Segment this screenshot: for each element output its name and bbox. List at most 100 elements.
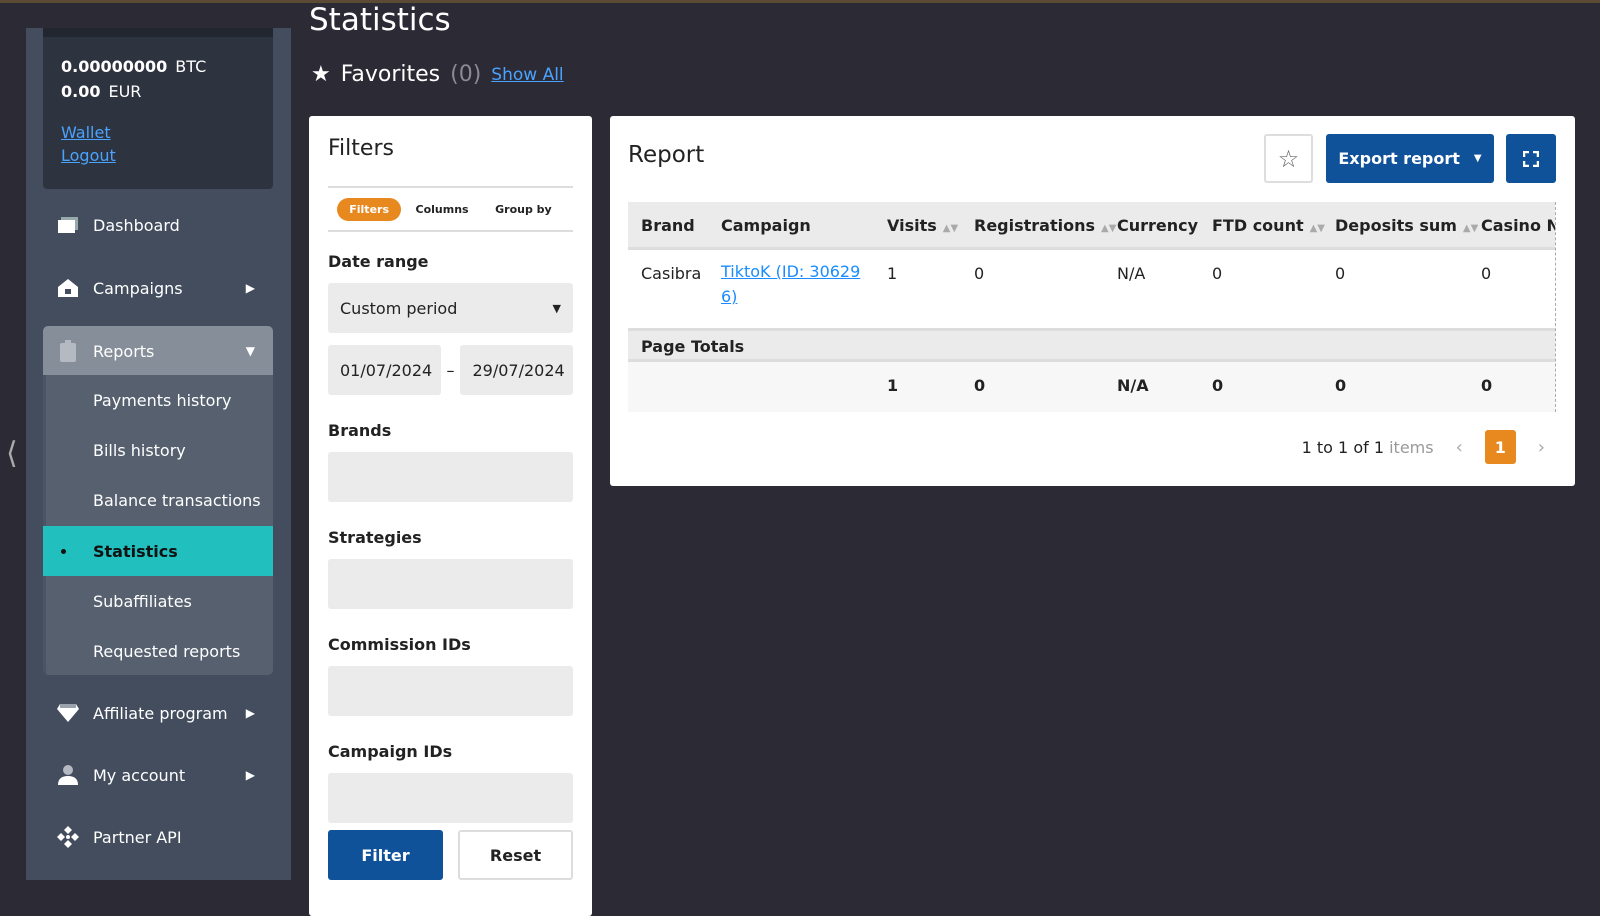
reset-button[interactable]: Reset	[458, 830, 573, 880]
user-icon	[43, 765, 93, 785]
caret-down-icon: ▼	[1473, 153, 1482, 164]
next-page-icon[interactable]: ›	[1538, 437, 1545, 458]
subitem-label: Subaffiliates	[93, 591, 192, 611]
date-range-label: Date range	[328, 252, 429, 271]
eur-amount: 0.00	[61, 82, 101, 101]
tab-group-by[interactable]: Group by	[483, 198, 564, 221]
campaign-link[interactable]: TiktoK (ID: 30629 6)	[721, 259, 860, 309]
favorites-label: Favorites	[340, 62, 441, 87]
sidebar-item-dashboard[interactable]: Dashboard	[43, 200, 273, 250]
col-ftd-count[interactable]: FTD count ▲▼	[1212, 216, 1325, 235]
filters-panel: Filters Filters Columns Group by Date ra…	[309, 116, 592, 916]
eur-currency: EUR	[108, 82, 142, 101]
logout-link[interactable]: Logout	[61, 146, 255, 165]
page-1-button[interactable]: 1	[1484, 430, 1516, 464]
date-range-value: Custom period	[340, 298, 458, 318]
col-registrations[interactable]: Registrations ▲▼	[974, 216, 1116, 235]
cell-currency: N/A	[1117, 264, 1146, 283]
page-totals-label: Page Totals	[641, 337, 745, 356]
date-separator: –	[446, 360, 455, 380]
brands-input[interactable]	[328, 452, 573, 502]
sidebar-subitem-subaffiliates[interactable]: Subaffiliates	[43, 576, 273, 626]
fullscreen-button[interactable]	[1506, 134, 1556, 183]
subitem-label: Payments history	[93, 390, 232, 410]
sort-icon: ▲▼	[942, 223, 959, 234]
wallet-box: 0.00000000 BTC 0.00 EUR Wallet Logout	[43, 28, 273, 189]
commission-ids-input[interactable]	[328, 666, 573, 716]
wallet-link[interactable]: Wallet	[61, 123, 255, 142]
prev-page-icon[interactable]: ‹	[1456, 437, 1463, 458]
sidebar-item-affiliate-program[interactable]: Affiliate program ▶	[43, 688, 273, 738]
sidebar-item-campaigns[interactable]: Campaigns ▶	[43, 263, 273, 313]
col-visits[interactable]: Visits ▲▼	[887, 216, 958, 235]
dashboard-icon	[43, 217, 93, 233]
col-deposits-sum[interactable]: Deposits sum ▲▼	[1335, 216, 1478, 235]
favorites-count: (0)	[450, 62, 482, 87]
api-icon	[43, 826, 93, 848]
commission-ids-label: Commission IDs	[328, 635, 471, 654]
sidebar-item-label: Campaigns	[93, 278, 183, 298]
favorites-bar: ★ Favorites (0) Show All	[311, 62, 564, 87]
campaign-ids-input[interactable]	[328, 773, 573, 823]
report-title: Report	[628, 142, 705, 168]
sort-icon: ▲▼	[1309, 223, 1325, 234]
sort-icon: ▲▼	[1101, 223, 1117, 234]
cell-visits: 1	[887, 264, 898, 283]
cell-registrations: 0	[974, 264, 985, 283]
collapse-sidebar-icon[interactable]: ⟨	[6, 436, 18, 471]
sidebar-subitem-payments-history[interactable]: Payments history	[43, 375, 273, 425]
date-to-input[interactable]: 29/07/2024	[460, 345, 573, 395]
filter-button[interactable]: Filter	[328, 830, 443, 880]
cell-ftd: 0	[1212, 264, 1223, 283]
col-casino-ngr: Casino NGR	[1481, 216, 1555, 235]
cell-deposits: 0	[1335, 264, 1346, 283]
sidebar-subitem-bills-history[interactable]: Bills history	[43, 425, 273, 475]
subitem-label: Requested reports	[93, 641, 241, 661]
total-visits: 1	[887, 376, 899, 395]
chevron-down-icon: ▼	[245, 344, 255, 358]
total-deposits: 0	[1335, 376, 1347, 395]
sidebar-subitem-requested-reports[interactable]: Requested reports	[43, 626, 273, 676]
col-brand: Brand	[641, 216, 695, 235]
sidebar-item-label: Reports	[93, 341, 155, 361]
pagination: 1 to 1 of 1 items ‹ 1 ›	[1302, 430, 1545, 464]
sidebar-item-my-account[interactable]: My account ▶	[43, 750, 273, 800]
sidebar-item-partner-api[interactable]: Partner API	[43, 812, 273, 862]
top-border	[0, 0, 1600, 3]
btc-currency: BTC	[175, 57, 207, 76]
col-campaign: Campaign	[721, 216, 811, 235]
total-currency: N/A	[1117, 376, 1149, 395]
report-panel: Report ☆ Export report ▼ Brand Campaign V…	[610, 116, 1575, 486]
star-outline-icon: ☆	[1277, 144, 1300, 173]
total-casino: 0	[1481, 376, 1493, 395]
filters-title: Filters	[328, 136, 394, 161]
tab-columns[interactable]: Columns	[404, 198, 481, 221]
date-from-input[interactable]: 01/07/2024	[328, 345, 441, 395]
home-icon	[43, 279, 93, 297]
date-inputs: 01/07/2024 – 29/07/2024	[328, 345, 573, 395]
tab-filters[interactable]: Filters	[337, 197, 401, 221]
campaign-ids-label: Campaign IDs	[328, 742, 453, 761]
show-all-link[interactable]: Show All	[491, 65, 563, 85]
page-title: Statistics	[309, 2, 451, 38]
sidebar-item-label: My account	[93, 765, 186, 785]
diamond-icon	[43, 704, 93, 722]
chevron-right-icon: ▶	[245, 768, 255, 782]
sidebar-item-label: Partner API	[93, 827, 182, 847]
strategies-input[interactable]	[328, 559, 573, 609]
export-report-button[interactable]: Export report ▼	[1326, 134, 1494, 183]
add-favorite-button[interactable]: ☆	[1264, 134, 1313, 183]
sidebar-subitem-statistics[interactable]: Statistics	[43, 526, 273, 576]
report-table: Brand Campaign Visits ▲▼ Registrations ▲▼ …	[628, 202, 1556, 412]
subitem-label: Balance transactions	[93, 490, 261, 510]
sidebar-item-reports[interactable]: Reports ▼	[43, 326, 273, 376]
subitem-label: Bills history	[93, 440, 186, 460]
table-row: Casibra TiktoK (ID: 30629 6) 1 0 N/A 0 0 …	[628, 250, 1555, 328]
totals-row: 1 0 N/A 0 0 0	[628, 362, 1555, 412]
date-range-select[interactable]: Custom period ▼	[328, 283, 573, 333]
page-totals-header: Page Totals	[628, 328, 1555, 362]
sidebar-item-label: Affiliate program	[93, 703, 228, 723]
table-header: Brand Campaign Visits ▲▼ Registrations ▲▼ …	[628, 202, 1555, 250]
sidebar-subitem-balance-transactions[interactable]: Balance transactions	[43, 475, 273, 525]
cell-brand: Casibra	[641, 264, 702, 283]
